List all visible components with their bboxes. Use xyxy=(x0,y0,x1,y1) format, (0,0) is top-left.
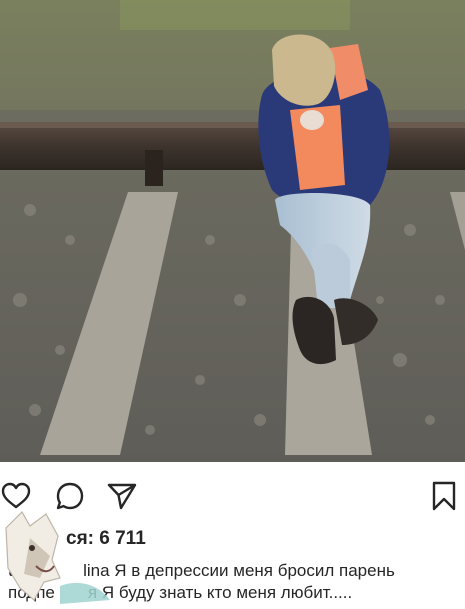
dog-sticker-image xyxy=(0,508,112,604)
bookmark-icon[interactable] xyxy=(428,480,460,512)
post-photo[interactable] xyxy=(0,0,465,462)
caption-text: lina Я в депрессии меня бросил парень xyxy=(83,561,395,580)
photo-illustration xyxy=(0,0,465,462)
